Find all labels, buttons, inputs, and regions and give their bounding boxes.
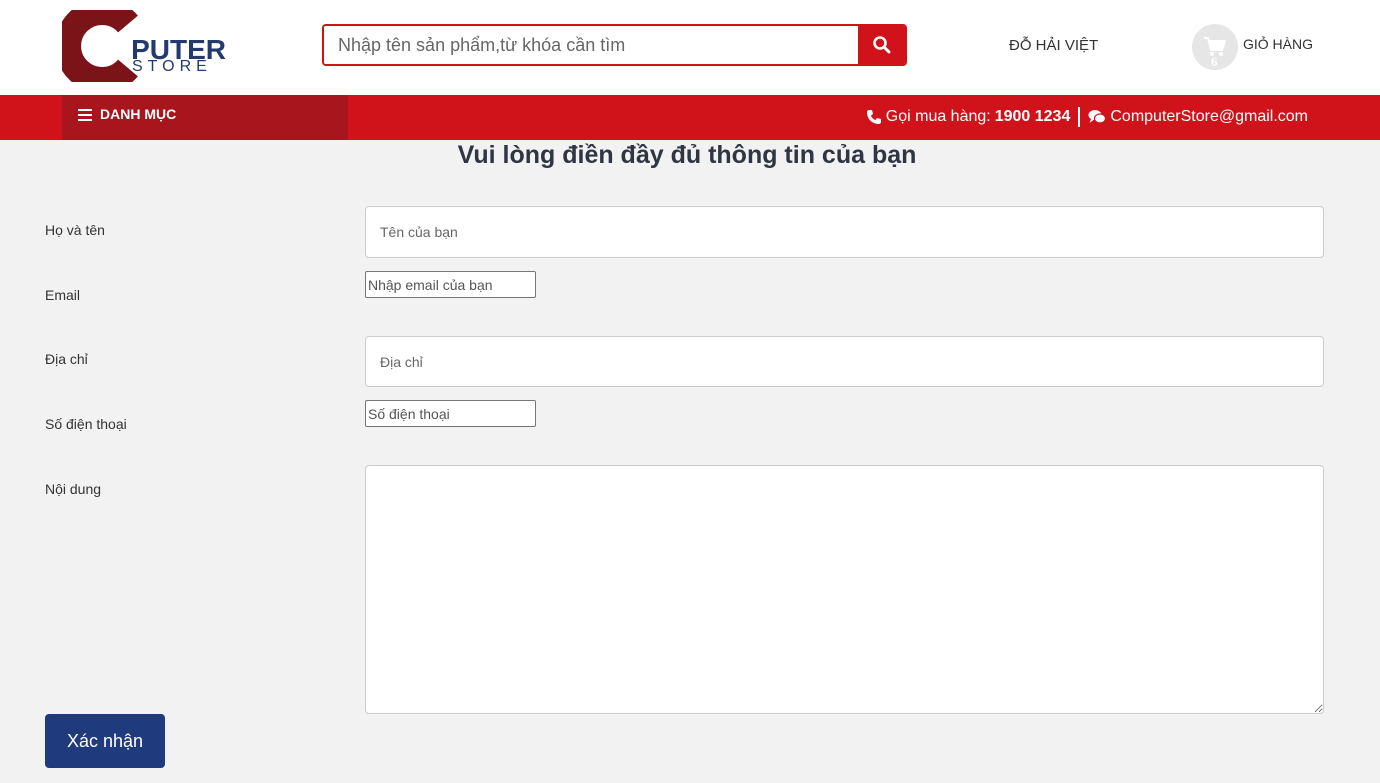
category-menu-button[interactable]: DANH MỤC	[62, 95, 348, 140]
logo-subtext: STORE	[132, 58, 212, 75]
chat-icon	[1088, 110, 1107, 124]
content-label: Nội dung	[45, 481, 102, 497]
hamburger-icon	[78, 109, 92, 121]
address-input[interactable]	[365, 336, 1324, 387]
contact-info: Gọi mua hàng: 1900 1234 ComputerStore@gm…	[866, 107, 1308, 127]
top-navbar: DANH MỤC Gọi mua hàng: 1900 1234 Compute…	[0, 95, 1380, 140]
search-icon	[872, 36, 890, 54]
computer-store-logo[interactable]: OMPUTER STORE	[62, 10, 232, 82]
content-textarea[interactable]	[365, 465, 1324, 714]
contact-email-link[interactable]: ComputerStore@gmail.com	[1110, 108, 1308, 126]
phone-input[interactable]	[365, 400, 536, 427]
cart-count-badge: 6	[1211, 54, 1218, 69]
hotline-number[interactable]: 1900 1234	[995, 108, 1071, 126]
email-label: Email	[45, 287, 81, 303]
phone-label: Số điện thoại	[45, 416, 127, 432]
logo-text-om: OM	[86, 34, 132, 65]
cart-button[interactable]: 6 GIỎ HÀNG	[1192, 22, 1313, 72]
cart-icon-wrapper: 6	[1192, 24, 1238, 70]
email-input[interactable]	[365, 271, 536, 298]
call-label: Gọi mua hàng:	[885, 108, 991, 125]
phone-icon	[866, 110, 881, 124]
user-account-link[interactable]: ĐỖ HẢI VIỆT	[1009, 37, 1098, 54]
search-button[interactable]	[858, 26, 905, 64]
search-input[interactable]	[324, 26, 860, 64]
submit-button[interactable]: Xác nhận	[45, 714, 165, 768]
form-title: Vui lòng điền đầy đủ thông tin của bạn	[457, 141, 917, 169]
name-input[interactable]	[365, 206, 1324, 258]
contact-divider	[1078, 107, 1081, 127]
name-label: Họ và tên	[45, 222, 105, 238]
cart-label: GIỎ HÀNG	[1243, 36, 1314, 52]
address-label: Địa chỉ	[45, 351, 88, 367]
search-bar	[322, 24, 907, 66]
category-menu-label: DANH MỤC	[100, 106, 177, 122]
site-header: OMPUTER STORE ĐỖ HẢI VIỆT 6 GIỎ HÀNG	[0, 0, 1380, 95]
